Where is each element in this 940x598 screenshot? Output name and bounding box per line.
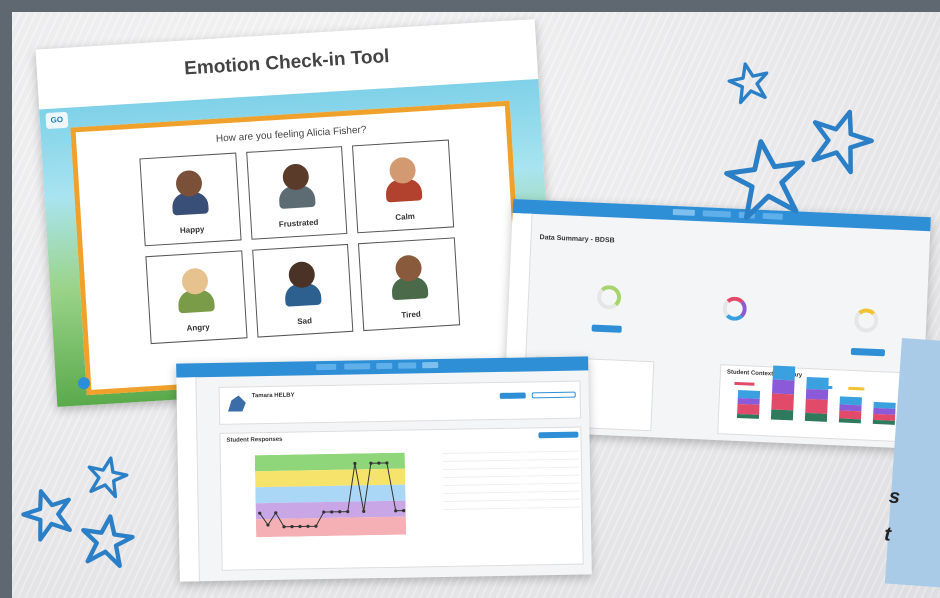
emotion-label: Happy xyxy=(179,224,205,236)
action-button[interactable] xyxy=(531,391,576,399)
emotion-label: Frustrated xyxy=(278,217,319,230)
checkin-frame: How are you feeling Alicia Fisher? Happy… xyxy=(70,100,526,396)
bar-segment xyxy=(806,376,829,390)
dinosaur-avatar-icon xyxy=(228,395,246,411)
emotion-option-sad[interactable]: Sad xyxy=(251,243,354,338)
gauge-chart xyxy=(722,296,748,322)
app-logo: GO xyxy=(45,111,69,130)
view-button[interactable] xyxy=(850,347,886,357)
nav-tab[interactable] xyxy=(422,362,439,369)
stacked-bar xyxy=(804,376,829,422)
emotion-option-angry[interactable]: Angry xyxy=(145,250,248,345)
bar-segment xyxy=(772,365,796,381)
emotion-label: Sad xyxy=(297,316,313,327)
nav-tab[interactable] xyxy=(672,208,695,216)
nav-tab[interactable] xyxy=(344,363,371,370)
stacked-bar xyxy=(736,389,761,419)
student-responses-card: Tamara HELBY Student Responses xyxy=(176,356,592,582)
stacked-bar xyxy=(770,365,796,421)
bar-segment xyxy=(771,393,795,411)
student-name: Tamara HELBY xyxy=(251,392,295,400)
sidebar xyxy=(176,377,200,582)
emotion-option-happy[interactable]: Happy xyxy=(139,152,242,247)
bar-segment xyxy=(736,413,760,419)
emotion-checkin-card: Emotion Check-in Tool GO How are you fee… xyxy=(35,19,557,407)
student-responses-panel: Student Responses xyxy=(219,426,584,571)
action-button[interactable] xyxy=(499,392,526,399)
star-icon xyxy=(719,133,813,224)
screenshot-stage: Emotion Check-in Tool GO How are you fee… xyxy=(0,0,940,598)
nav-tab[interactable] xyxy=(702,210,731,218)
bar-segment xyxy=(772,379,795,395)
download-button[interactable] xyxy=(538,431,579,439)
gauge-chart xyxy=(853,307,879,334)
emotion-grid: Happy Frustrated Calm Angry Sad Tired xyxy=(139,139,461,345)
emotion-label: Tired xyxy=(401,309,422,320)
gauge-chart xyxy=(596,284,622,310)
checkin-title: Emotion Check-in Tool xyxy=(183,46,390,80)
context-summary-panel: Student Context Summary xyxy=(717,364,917,443)
bar-segment xyxy=(805,398,828,414)
emotion-option-frustrated[interactable]: Frustrated xyxy=(245,146,348,240)
emotion-option-calm[interactable]: Calm xyxy=(352,139,455,234)
view-button[interactable] xyxy=(591,324,622,333)
zone-line-chart xyxy=(254,452,407,538)
student-profile-panel: Tamara HELBY xyxy=(218,380,582,425)
emotion-label: Calm xyxy=(395,211,416,222)
note-text-line: s xyxy=(888,485,901,509)
bar-segment xyxy=(838,418,861,424)
star-icon xyxy=(724,58,773,106)
stacked-bar xyxy=(838,396,862,424)
bar-segment xyxy=(804,412,828,422)
emotion-label: Angry xyxy=(186,322,210,333)
summary-heading: Data Summary - BDSB xyxy=(539,234,615,245)
nav-tab[interactable] xyxy=(376,362,393,370)
star-icon xyxy=(77,510,138,569)
stacked-bar xyxy=(872,401,896,425)
star-icon xyxy=(82,452,131,500)
responses-table xyxy=(442,443,580,510)
note-text-line: t xyxy=(883,523,892,546)
bar-segment xyxy=(872,419,895,425)
emotion-option-tired[interactable]: Tired xyxy=(358,237,461,332)
nav-tab[interactable] xyxy=(398,362,417,369)
nav-tab[interactable] xyxy=(316,363,337,371)
responses-title: Student Responses xyxy=(226,436,283,444)
bar-segment xyxy=(770,409,794,421)
